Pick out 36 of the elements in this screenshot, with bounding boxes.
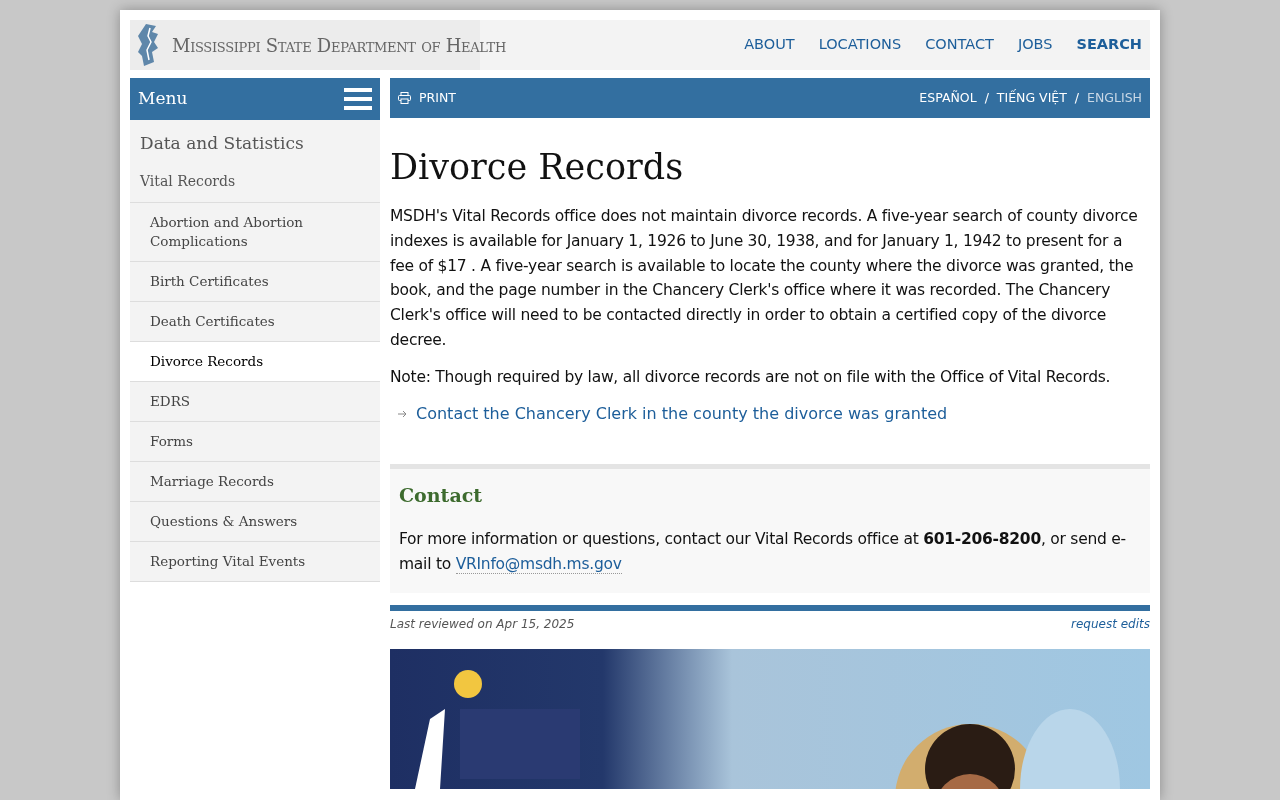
separator: / (984, 88, 989, 107)
email-link[interactable]: VRInfo@msdh.ms.gov (455, 554, 622, 574)
sidebar-item[interactable]: EDRS (130, 381, 380, 422)
page-title: Divorce Records (390, 146, 685, 188)
sidebar-item[interactable]: Questions & Answers (130, 501, 380, 542)
language-link[interactable]: ENGLISH (1087, 88, 1142, 108)
menu-icon[interactable] (344, 87, 372, 111)
sidebar-item[interactable]: Reporting Vital Events (130, 541, 380, 582)
menu-label: Menu (138, 87, 188, 111)
arrow-icon (398, 409, 408, 418)
sidebar-section-title[interactable]: Data and Statistics (130, 120, 380, 163)
printer-icon (398, 92, 411, 104)
sidebar-item[interactable]: Birth Certificates (130, 261, 380, 302)
menu-bar[interactable]: Menu (130, 78, 380, 120)
sidebar-parent-link[interactable]: Vital Records (130, 162, 380, 203)
separator: / (1074, 88, 1080, 107)
nav-link[interactable]: SEARCH (1076, 34, 1142, 56)
sidebar-item[interactable]: Abortion and Abortion Complications (130, 202, 380, 262)
sidebar-item[interactable]: Forms (130, 421, 380, 462)
paragraph: Note: Though required by law, all divorce records are not on file with the Office of Vital Records. (390, 366, 1112, 388)
nav-link[interactable]: JOBS (1017, 34, 1053, 56)
last-reviewed-text: Last reviewed on Apr 15, 2025 (390, 615, 575, 633)
link[interactable]: Contact the Chancery Clerk in the county the divorce was granted (416, 401, 948, 426)
sidebar-item[interactable]: Marriage Records (130, 461, 380, 502)
language-link[interactable]: TIẾNG VIỆT (996, 88, 1067, 108)
nav-link[interactable]: LOCATIONS (818, 34, 902, 56)
print-button[interactable]: PRINT (398, 88, 456, 108)
contact-title: Contact (399, 482, 484, 508)
nav-link[interactable]: CONTACT (925, 34, 994, 56)
language-link[interactable]: ESPAÑOL (919, 88, 977, 108)
site-name[interactable]: Mississippi State Department of Health (172, 31, 507, 59)
nav-link[interactable]: ABOUT (744, 34, 795, 56)
contact-text: For more information or questions, contact our Vital Records office at 601-206-8200, or send e-mail to VRInfo@msdh.ms.gov (399, 529, 1127, 576)
sidebar-item[interactable]: Death Certificates (130, 301, 380, 342)
paragraph: MSDH's Vital Records office does not maintain divorce records. A five-year search of county divorce indexes is available for January 1, 1926 to June 30, 1938, and for January 1, 1942 to present for a fee of $17 . A five-year search is available to locate the county where the divorce was granted, the book, and the page number in the Chancery Clerk's office where it was recorded. The Chancery Clerk's office will need to be contacted directly in order to obtain a certified copy of the divorce decree. (390, 206, 1139, 351)
request-edits-link[interactable]: request edits (1071, 614, 1150, 633)
